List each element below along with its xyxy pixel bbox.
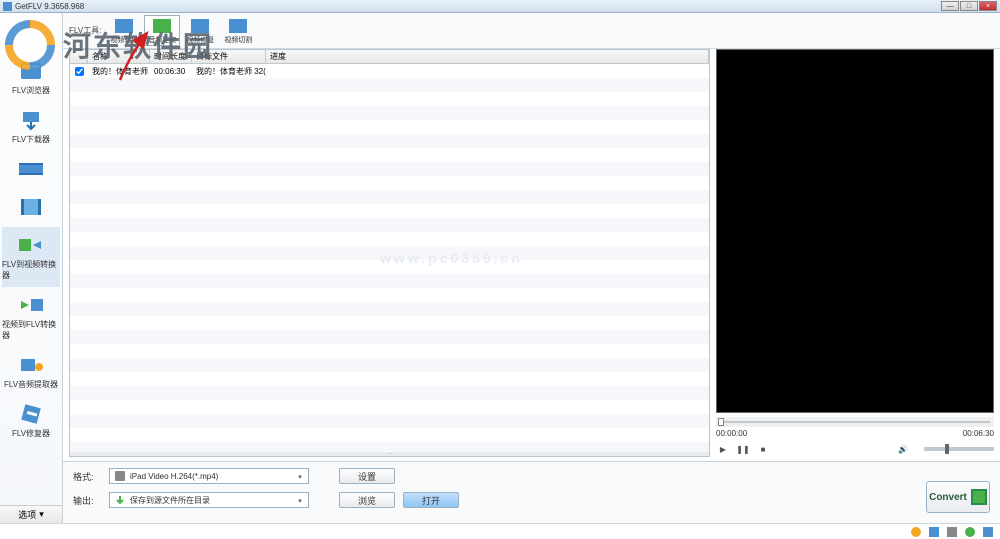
row-name: 我的！体育老师 32 <box>88 66 150 77</box>
download-icon <box>17 108 45 132</box>
sidebar-item-video-to-flv[interactable]: 视频到FLV转换器 <box>2 287 60 347</box>
browse-button[interactable]: 浏览 <box>339 492 395 508</box>
format-combo[interactable]: iPad Video H.264(*.mp4) ▾ <box>109 468 309 484</box>
window-title: GetFLV 9.3658.968 <box>15 2 941 11</box>
pause-button[interactable]: ❚❚ <box>736 442 750 456</box>
output-combo[interactable]: 保存到源文件所在目录 ▾ <box>109 492 309 508</box>
tab-video-repair[interactable]: 视频修复 <box>182 15 218 46</box>
close-button[interactable]: × <box>979 1 997 11</box>
tab-label: 视频转换 <box>110 35 138 45</box>
repair-icon <box>17 402 45 426</box>
header-progress[interactable]: 进度 <box>266 50 709 63</box>
tab-label: 视频切割 <box>224 35 252 45</box>
tab-label: 音频提取 <box>148 35 176 45</box>
film-convert-icon <box>971 489 987 505</box>
tab-video-cut[interactable]: 视频切割 <box>220 15 256 46</box>
tab-video-convert[interactable]: 视频转换 <box>106 15 142 46</box>
browser-icon <box>17 59 45 83</box>
tray-icon-1[interactable] <box>910 526 922 538</box>
minimize-button[interactable]: — <box>941 1 959 11</box>
status-bar <box>0 523 1000 539</box>
options-label: 选项 <box>18 508 36 521</box>
preview-pane: 00:00:00 00:06:30 ▶ ❚❚ ■ 🔊 <box>716 49 994 457</box>
play-button[interactable]: ▶ <box>716 442 730 456</box>
sidebar-item-label: FLV到视频转换器 <box>2 259 60 281</box>
convert-label: Convert <box>929 492 967 503</box>
row-checkbox[interactable] <box>75 67 84 76</box>
format-label: 格式: <box>73 470 101 483</box>
convert-icon <box>17 233 45 257</box>
sidebar-item-label: FLV浏览器 <box>12 85 50 96</box>
filmstrip-icon <box>17 157 45 181</box>
sidebar-item-label: FLV修复器 <box>12 428 50 439</box>
row-target: 我的！体育老师 32(1).mp4 <box>192 66 266 77</box>
audio-icon <box>17 353 45 377</box>
audio-icon <box>151 17 173 35</box>
cut-icon <box>227 17 249 35</box>
time-current: 00:00:00 <box>716 429 747 438</box>
file-list-pane: 名称 时间长度 目标文件 进度 我的！体育老师 32 00:06:30 我的！体… <box>69 49 710 457</box>
time-total: 00:06:30 <box>963 429 994 438</box>
output-value: 保存到源文件所在目录 <box>130 495 210 506</box>
repair-icon <box>189 17 211 35</box>
list-body[interactable]: 我的！体育老师 32 00:06:30 我的！体育老师 32(1).mp4 <box>70 64 709 452</box>
sidebar: FLV浏览器 FLV下载器 FLV到视频转换器 视频到FLV转换器 FLV音频提… <box>0 13 63 523</box>
volume-icon[interactable]: 🔊 <box>896 442 910 456</box>
maximize-button[interactable]: □ <box>960 1 978 11</box>
sidebar-item-flv-downloader[interactable]: FLV下载器 <box>2 102 60 151</box>
volume-slider[interactable] <box>924 447 994 451</box>
toolbar-tabs: FLV工具: 视频转换 音频提取 视频修复 视频切割 <box>63 13 1000 49</box>
open-button[interactable]: 打开 <box>403 492 459 508</box>
stop-button[interactable]: ■ <box>756 442 770 456</box>
app-icon <box>3 2 12 11</box>
tray-icon-4[interactable] <box>964 526 976 538</box>
tray-icon-5[interactable] <box>982 526 994 538</box>
convert-reverse-icon <box>17 293 45 317</box>
seek-slider[interactable] <box>716 417 994 427</box>
seek-thumb[interactable] <box>718 418 724 426</box>
settings-button[interactable]: 设置 <box>339 468 395 484</box>
sidebar-item-label: 视频到FLV转换器 <box>2 319 60 341</box>
video-preview[interactable] <box>716 49 994 413</box>
format-value: iPad Video H.264(*.mp4) <box>130 472 218 481</box>
sidebar-item-flv-browser[interactable]: FLV浏览器 <box>2 53 60 102</box>
sidebar-item-label: FLV下载器 <box>12 134 50 145</box>
sidebar-item-audio-extract[interactable]: FLV音频提取器 <box>2 347 60 396</box>
film-icon <box>113 17 135 35</box>
tab-label: 视频修复 <box>186 35 214 45</box>
chevron-down-icon: ▾ <box>39 509 44 520</box>
film-icon <box>17 195 45 219</box>
device-icon <box>114 470 126 482</box>
list-header: 名称 时间长度 目标文件 进度 <box>70 50 709 64</box>
options-button[interactable]: 选项 ▾ <box>0 505 62 523</box>
folder-arrow-icon <box>114 494 126 506</box>
header-duration[interactable]: 时间长度 <box>150 50 192 63</box>
sidebar-item-3[interactable] <box>2 151 60 189</box>
header-target[interactable]: 目标文件 <box>192 50 266 63</box>
header-name[interactable]: 名称 <box>88 50 150 63</box>
tab-audio-extract[interactable]: 音频提取 <box>144 15 180 46</box>
output-form: 格式: iPad Video H.264(*.mp4) ▾ 设置 输出: 保存到… <box>63 461 1000 523</box>
sidebar-item-repair[interactable]: FLV修复器 <box>2 396 60 445</box>
sidebar-item-flv-to-video[interactable]: FLV到视频转换器 <box>2 227 60 287</box>
tray-icon-3[interactable] <box>946 526 958 538</box>
window-titlebar: GetFLV 9.3658.968 — □ × <box>0 0 1000 13</box>
splitter-handle[interactable] <box>70 452 709 456</box>
chevron-down-icon: ▾ <box>294 495 306 507</box>
toolbar-label: FLV工具: <box>69 25 101 36</box>
player-controls: ▶ ❚❚ ■ 🔊 <box>716 441 994 457</box>
convert-button[interactable]: Convert <box>926 481 990 513</box>
sidebar-item-4[interactable] <box>2 189 60 227</box>
chevron-down-icon: ▾ <box>294 471 306 483</box>
header-checkbox[interactable] <box>70 50 88 63</box>
sidebar-item-label: FLV音频提取器 <box>4 379 58 390</box>
tray-icon-2[interactable] <box>928 526 940 538</box>
list-row[interactable]: 我的！体育老师 32 00:06:30 我的！体育老师 32(1).mp4 <box>70 64 709 78</box>
row-duration: 00:06:30 <box>150 67 192 76</box>
main-panel: FLV工具: 视频转换 音频提取 视频修复 视频切割 <box>63 13 1000 523</box>
output-label: 输出: <box>73 494 101 507</box>
